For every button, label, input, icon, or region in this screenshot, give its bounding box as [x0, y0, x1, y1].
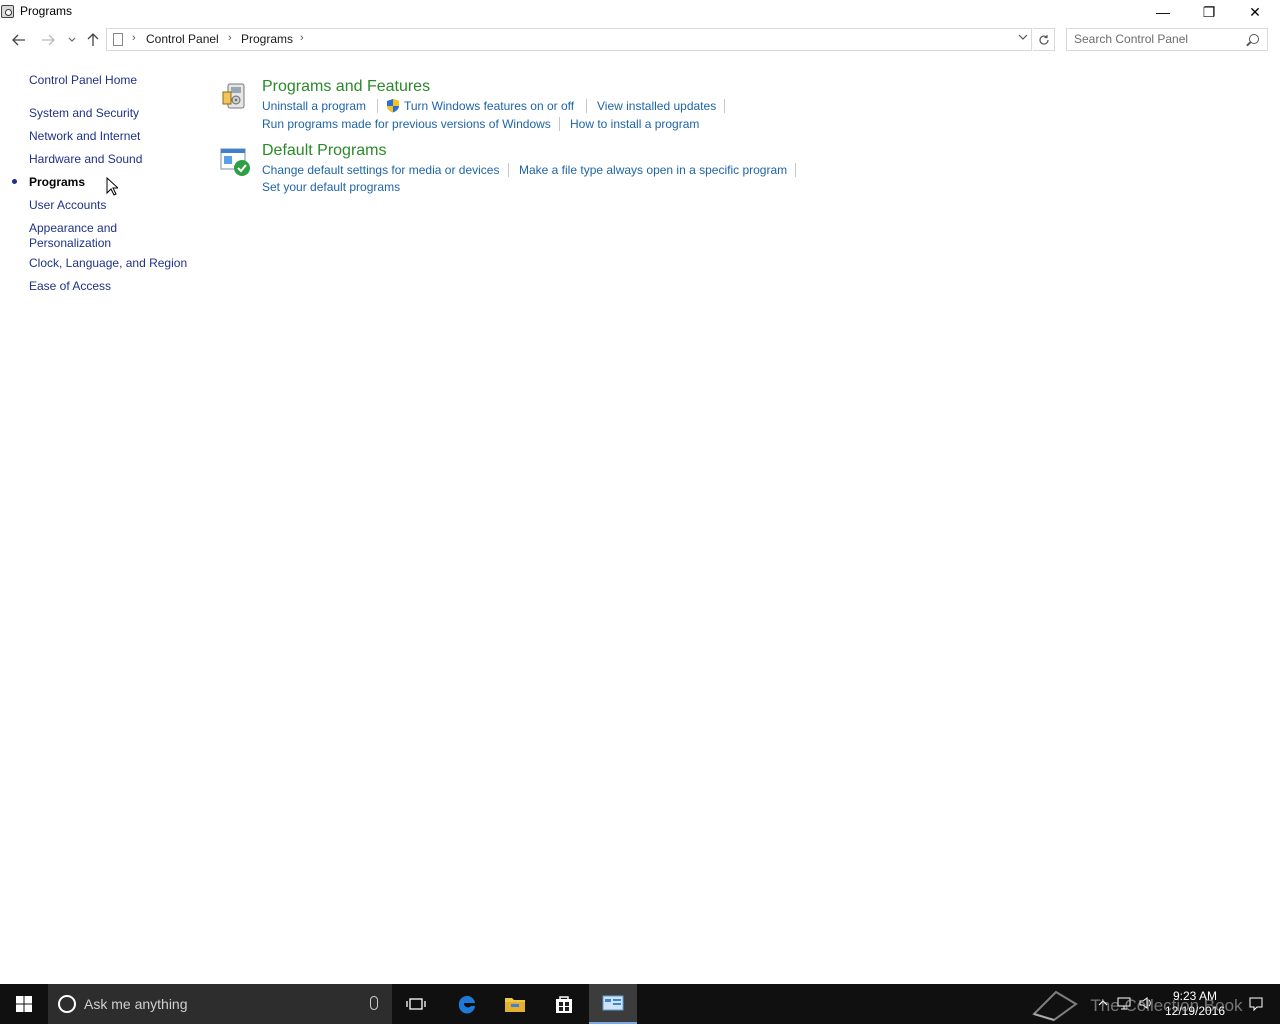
back-arrow-icon[interactable] [9, 30, 29, 50]
breadcrumb-control-panel[interactable]: Control Panel [146, 32, 219, 46]
link-separator [586, 99, 587, 113]
sidebar-item-network-internet[interactable]: Network and Internet [29, 129, 140, 144]
recent-locations-chevron-icon[interactable] [62, 30, 82, 50]
close-button[interactable]: ✕ [1232, 0, 1278, 24]
sidebar-item-user-accounts[interactable]: User Accounts [29, 198, 106, 213]
sidebar-item-appearance-line2[interactable]: Personalization [29, 236, 111, 251]
navigation-bar: › Control Panel › Programs › [0, 28, 1280, 52]
link-separator [508, 163, 509, 177]
compatibility-link[interactable]: Run programs made for previous versions … [262, 117, 551, 131]
cortana-search-box[interactable]: Ask me anything [48, 984, 392, 1024]
breadcrumb-separator[interactable]: › [300, 32, 304, 44]
view-installed-updates-link[interactable]: View installed updates [597, 99, 716, 113]
breadcrumb-separator[interactable]: › [228, 32, 232, 44]
link-separator [559, 117, 560, 131]
mouse-cursor-icon [106, 176, 120, 196]
minimize-button[interactable]: — [1140, 0, 1186, 24]
sidebar-item-system-security[interactable]: System and Security [29, 106, 139, 121]
sidebar-item-appearance[interactable]: Appearance and [29, 221, 117, 236]
uninstall-program-link[interactable]: Uninstall a program [262, 99, 366, 113]
how-to-install-link[interactable]: How to install a program [570, 117, 699, 131]
restore-button[interactable]: ❐ [1186, 0, 1232, 24]
refresh-icon[interactable] [1033, 28, 1055, 51]
breadcrumb-programs[interactable]: Programs [241, 32, 293, 46]
watermark-text: The Collection Book [1090, 995, 1243, 1015]
address-bar[interactable]: › Control Panel › Programs › [106, 28, 1032, 51]
window-title: Programs [20, 4, 73, 18]
title-bar: Programs — ❐ ✕ [0, 0, 1280, 24]
link-separator [377, 99, 378, 113]
control-panel-taskbar-icon[interactable] [589, 984, 637, 1024]
cortana-search-text[interactable]: Ask me anything [84, 996, 188, 1012]
sidebar-item-ease-of-access[interactable]: Ease of Access [29, 279, 111, 294]
default-programs-title[interactable]: Default Programs [262, 142, 387, 160]
programs-features-title[interactable]: Programs and Features [262, 78, 430, 96]
link-separator [724, 99, 725, 113]
active-bullet-icon [12, 179, 17, 184]
search-box[interactable] [1066, 28, 1268, 51]
file-explorer-icon[interactable] [491, 984, 539, 1024]
breadcrumb-separator[interactable]: › [132, 32, 136, 44]
media-devices-defaults-link[interactable]: Change default settings for media or dev… [262, 163, 499, 177]
programs-features-icon[interactable] [220, 80, 252, 112]
control-panel-home-link[interactable]: Control Panel Home [29, 73, 137, 88]
uac-shield-icon [386, 98, 400, 113]
search-icon[interactable] [1249, 34, 1259, 44]
sidebar-item-clock-language-region[interactable]: Clock, Language, and Region [29, 256, 187, 271]
task-view-icon[interactable] [392, 984, 440, 1024]
windows-features-link[interactable]: Turn Windows features on or off [404, 99, 574, 113]
control-panel-icon [1, 5, 14, 18]
sidebar-item-programs[interactable]: Programs [29, 175, 85, 190]
default-programs-icon[interactable] [220, 145, 252, 177]
file-type-association-link[interactable]: Make a file type always open in a specif… [519, 163, 787, 177]
edge-browser-icon[interactable] [443, 984, 491, 1024]
search-input[interactable] [1074, 32, 1244, 46]
store-icon[interactable] [540, 984, 588, 1024]
sidebar-item-hardware-sound[interactable]: Hardware and Sound [29, 152, 142, 167]
watermark: The Collection Book [1030, 986, 1243, 1027]
up-arrow-icon[interactable] [83, 30, 103, 50]
link-separator [795, 163, 796, 177]
page-icon [113, 33, 123, 46]
set-default-programs-link[interactable]: Set your default programs [262, 180, 400, 194]
cortana-icon [58, 995, 76, 1013]
forward-arrow-icon[interactable] [38, 30, 58, 50]
address-dropdown-icon[interactable] [1018, 32, 1028, 42]
windows-start-icon[interactable] [0, 984, 48, 1024]
watermark-book-icon [1030, 986, 1080, 1027]
microphone-icon[interactable] [370, 996, 378, 1010]
